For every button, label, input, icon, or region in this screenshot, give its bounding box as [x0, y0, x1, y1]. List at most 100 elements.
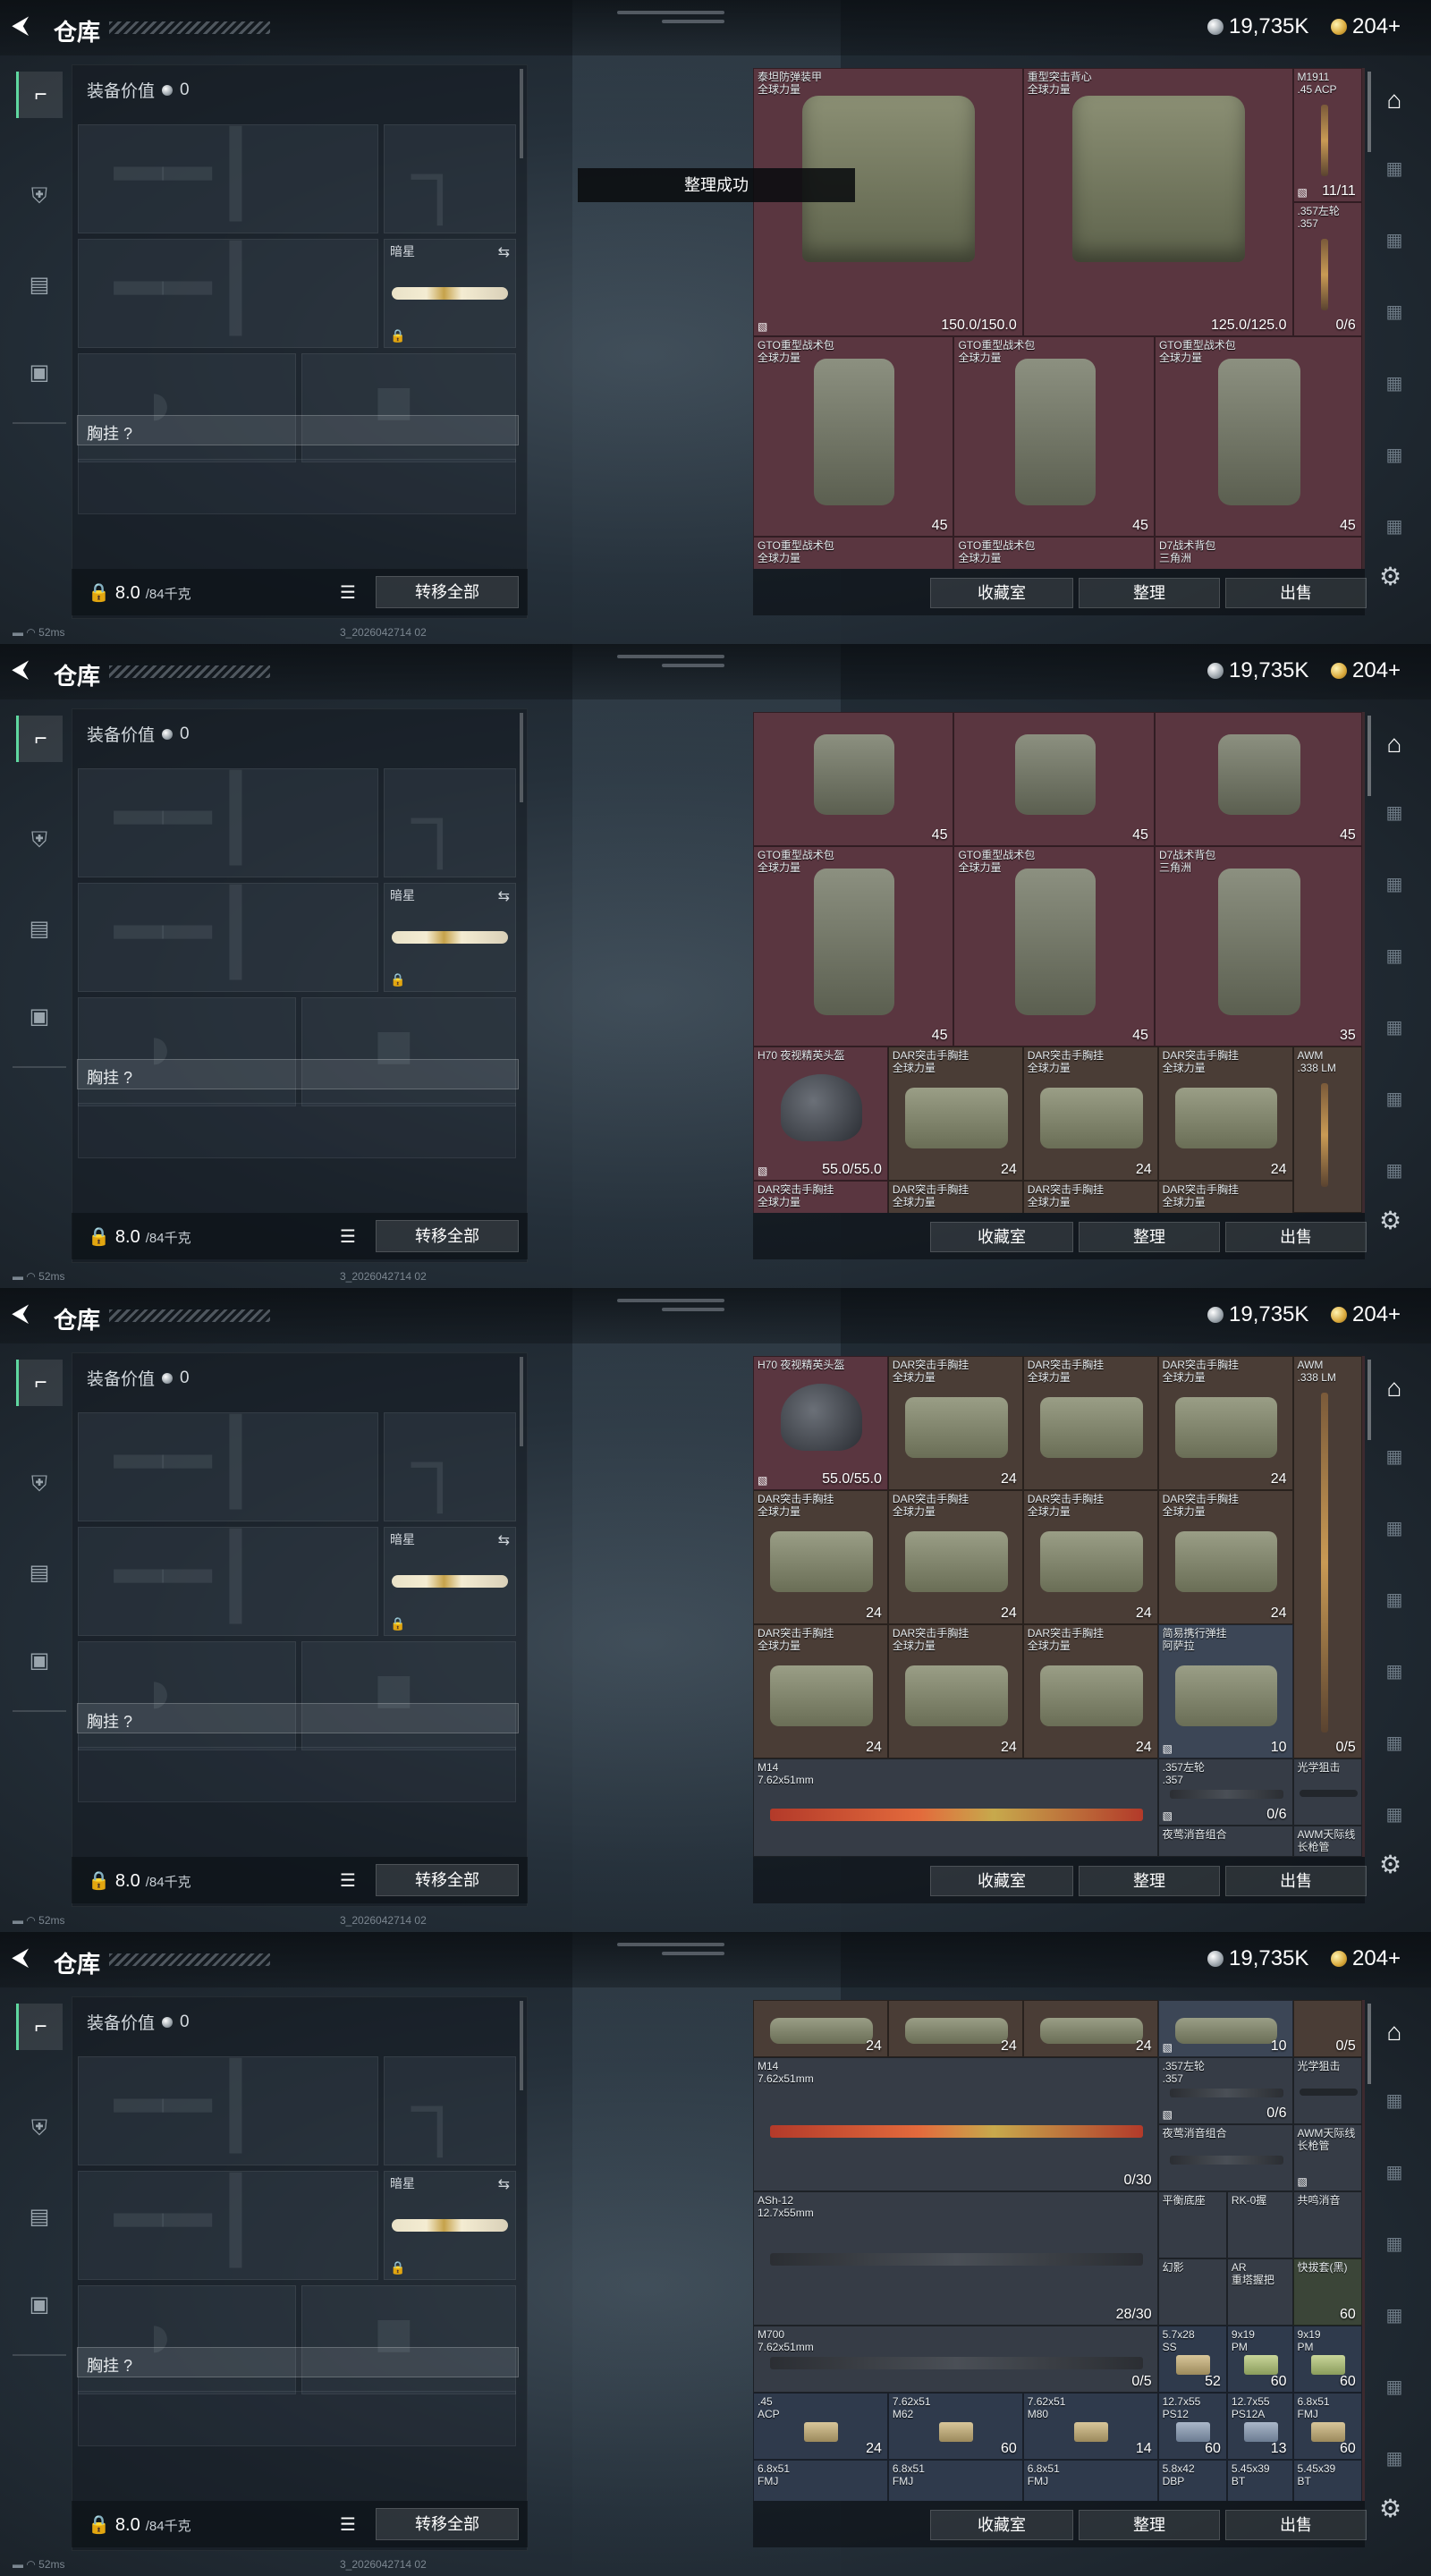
organize-button[interactable]: 整理: [1079, 578, 1220, 608]
chest-rig-slot[interactable]: 胸挂 ?: [77, 415, 519, 445]
melee-slot[interactable]: 暗星 ⇆ 🔒: [384, 883, 516, 992]
stash-item[interactable]: H70 夜视精英头盔 55.0/55.0 ▧: [753, 1046, 888, 1181]
briefcase-tab-icon[interactable]: ▣: [16, 2281, 63, 2327]
melee-slot[interactable]: 暗星 ⇆ 🔒: [384, 2171, 516, 2280]
stash-item[interactable]: 6.8x51 FMJ 60: [1292, 2393, 1362, 2460]
stash-item[interactable]: 9x19 PM 60: [1292, 2326, 1362, 2393]
stash-item[interactable]: 24: [887, 2000, 1023, 2057]
organize-button[interactable]: 整理: [1079, 2510, 1220, 2540]
briefcase-tab-icon[interactable]: ▣: [16, 1637, 63, 1683]
briefcase-tab-icon[interactable]: ▣: [16, 349, 63, 395]
gold-currency[interactable]: 204+: [1331, 658, 1401, 683]
organize-button[interactable]: 整理: [1079, 1222, 1220, 1252]
storage-tab-icon[interactable]: ▦: [1379, 1589, 1410, 1615]
helmet-tab-icon[interactable]: ⛨: [16, 2106, 63, 2152]
storage-tab-icon[interactable]: ▦: [1379, 301, 1410, 327]
stash-item[interactable]: DAR突击手胸挂 全球力量: [753, 1181, 888, 1213]
primary-weapon-slot[interactable]: ━━┃: [78, 1412, 378, 1521]
primary-weapon-slot[interactable]: ━━┃: [78, 124, 378, 233]
transfer-all-button[interactable]: 转移全部: [376, 1864, 519, 1896]
stash-item[interactable]: DAR突击手胸挂 全球力量 24: [887, 1356, 1023, 1490]
stash-item[interactable]: AWM .338 LM: [1292, 1046, 1362, 1213]
stash-item[interactable]: 45: [1154, 712, 1362, 846]
stash-item[interactable]: DAR突击手胸挂 全球力量 24: [1157, 1356, 1293, 1490]
helmet-slot[interactable]: ◗: [78, 2285, 296, 2394]
storage-tab-icon[interactable]: ▦: [1379, 873, 1410, 900]
storage-tab-icon[interactable]: ▦: [1379, 515, 1410, 542]
swap-icon[interactable]: ⇆: [498, 1531, 510, 1549]
storage-tab-icon[interactable]: ▦: [1379, 1159, 1410, 1186]
stash-tab-icon[interactable]: ⌂: [1379, 730, 1410, 758]
melee-slot[interactable]: 暗星 ⇆ 🔒: [384, 1527, 516, 1636]
armor-slot[interactable]: ■: [301, 353, 516, 462]
helmet-tab-icon[interactable]: ⛨: [16, 1462, 63, 1508]
helmet-slot[interactable]: ◗: [78, 353, 296, 462]
stash-item[interactable]: 泰坦防弹装甲 全球力量 150.0/150.0 ▧: [753, 68, 1023, 336]
stash-item[interactable]: 12.7x55 PS12 60: [1157, 2393, 1227, 2460]
pistol-slot[interactable]: ┐: [384, 1412, 516, 1521]
storage-tab-icon[interactable]: ▦: [1379, 157, 1410, 184]
back-arrow-icon[interactable]: ⮜: [13, 658, 36, 682]
stash-item[interactable]: 夜莺消音组合: [1157, 2124, 1293, 2191]
storage-tab-icon[interactable]: ▦: [1379, 1016, 1410, 1043]
stash-item[interactable]: H70 夜视精英头盔 55.0/55.0 ▧: [753, 1356, 888, 1490]
secondary-weapon-slot[interactable]: ━━┃: [78, 239, 378, 348]
stash-item[interactable]: .357左轮 .357 0/6: [1292, 202, 1362, 336]
stash-item[interactable]: AWM天际线 长枪管: [1292, 1826, 1362, 1857]
stash-item[interactable]: D7战术背包 三角洲: [1154, 537, 1362, 569]
stash-item[interactable]: RK-0握: [1226, 2191, 1293, 2258]
chest-rig-slot[interactable]: 胸挂 ?: [77, 1703, 519, 1733]
stash-item[interactable]: GTO重型战术包 全球力量 45: [953, 336, 1155, 537]
swap-icon[interactable]: ⇆: [498, 887, 510, 905]
settings-gear-icon[interactable]: ⚙: [1379, 1206, 1401, 1235]
back-arrow-icon[interactable]: ⮜: [13, 1946, 36, 1970]
stash-item[interactable]: DAR突击手胸挂 全球力量 24: [1157, 1490, 1293, 1624]
panel-scrollbar[interactable]: [520, 1357, 523, 1446]
stash-item[interactable]: DAR突击手胸挂 全球力量 24: [887, 1046, 1023, 1181]
stash-item[interactable]: 6.8x51 FMJ: [753, 2460, 888, 2501]
stash-item[interactable]: DAR突击手胸挂 全球力量 24: [1022, 1046, 1158, 1181]
panel-scrollbar[interactable]: [520, 69, 523, 158]
collection-button[interactable]: 收藏室: [930, 2510, 1073, 2540]
armor-slot[interactable]: ■: [301, 1641, 516, 1750]
stash-item[interactable]: 简易携行弹挂 阿萨拉 10 ▧: [1157, 1624, 1293, 1758]
storage-tab-icon[interactable]: ▦: [1379, 2447, 1410, 2474]
storage-tab-icon[interactable]: ▦: [1379, 1517, 1410, 1544]
helmet-slot[interactable]: ◗: [78, 997, 296, 1106]
storage-tab-icon[interactable]: ▦: [1379, 1088, 1410, 1114]
primary-weapon-slot[interactable]: ━━┃: [78, 768, 378, 877]
stash-item[interactable]: AR 重塔握把: [1226, 2258, 1293, 2326]
stash-item[interactable]: GTO重型战术包 全球力量 45: [753, 846, 954, 1046]
gold-currency[interactable]: 204+: [1331, 14, 1401, 39]
stash-item[interactable]: GTO重型战术包 全球力量: [953, 537, 1155, 569]
chest-rig-slot[interactable]: 胸挂 ?: [77, 1059, 519, 1089]
storage-tab-icon[interactable]: ▦: [1379, 2233, 1410, 2259]
stash-item[interactable]: .45 ACP 24: [753, 2393, 888, 2460]
stash-tab-icon[interactable]: ⌂: [1379, 2018, 1410, 2046]
transfer-all-button[interactable]: 转移全部: [376, 576, 519, 608]
list-icon[interactable]: ☰: [340, 1225, 356, 1248]
storage-tab-icon[interactable]: ▦: [1379, 1803, 1410, 1830]
stash-item[interactable]: 24: [1022, 2000, 1158, 2057]
transfer-all-button[interactable]: 转移全部: [376, 2508, 519, 2540]
weapon-tab-icon[interactable]: ⌐: [16, 2004, 63, 2050]
storage-tab-icon[interactable]: ▦: [1379, 945, 1410, 971]
storage-tab-icon[interactable]: ▦: [1379, 2161, 1410, 2188]
stash-item[interactable]: GTO重型战术包 全球力量 45: [1154, 336, 1362, 537]
weapon-tab-icon[interactable]: ⌐: [16, 1360, 63, 1406]
stash-item[interactable]: 24: [753, 2000, 888, 2057]
stash-item[interactable]: GTO重型战术包 全球力量 45: [953, 846, 1155, 1046]
stash-item[interactable]: 9x19 PM 60: [1226, 2326, 1293, 2393]
armor-slot[interactable]: ■: [301, 2285, 516, 2394]
vest-tab-icon[interactable]: ▤: [16, 261, 63, 308]
stash-item[interactable]: 光学狙击: [1292, 1758, 1362, 1826]
secondary-weapon-slot[interactable]: ━━┃: [78, 2171, 378, 2280]
pistol-slot[interactable]: ┐: [384, 124, 516, 233]
secondary-weapon-slot[interactable]: ━━┃: [78, 883, 378, 992]
stash-item[interactable]: 12.7x55 PS12A 13: [1226, 2393, 1293, 2460]
swap-icon[interactable]: ⇆: [498, 243, 510, 261]
stash-item[interactable]: DAR突击手胸挂 全球力量 24: [753, 1490, 888, 1624]
stash-item[interactable]: 0/5: [1292, 2000, 1362, 2057]
pistol-slot[interactable]: ┐: [384, 2056, 516, 2165]
stash-item[interactable]: AWM .338 LM 0/5: [1292, 1356, 1362, 1758]
